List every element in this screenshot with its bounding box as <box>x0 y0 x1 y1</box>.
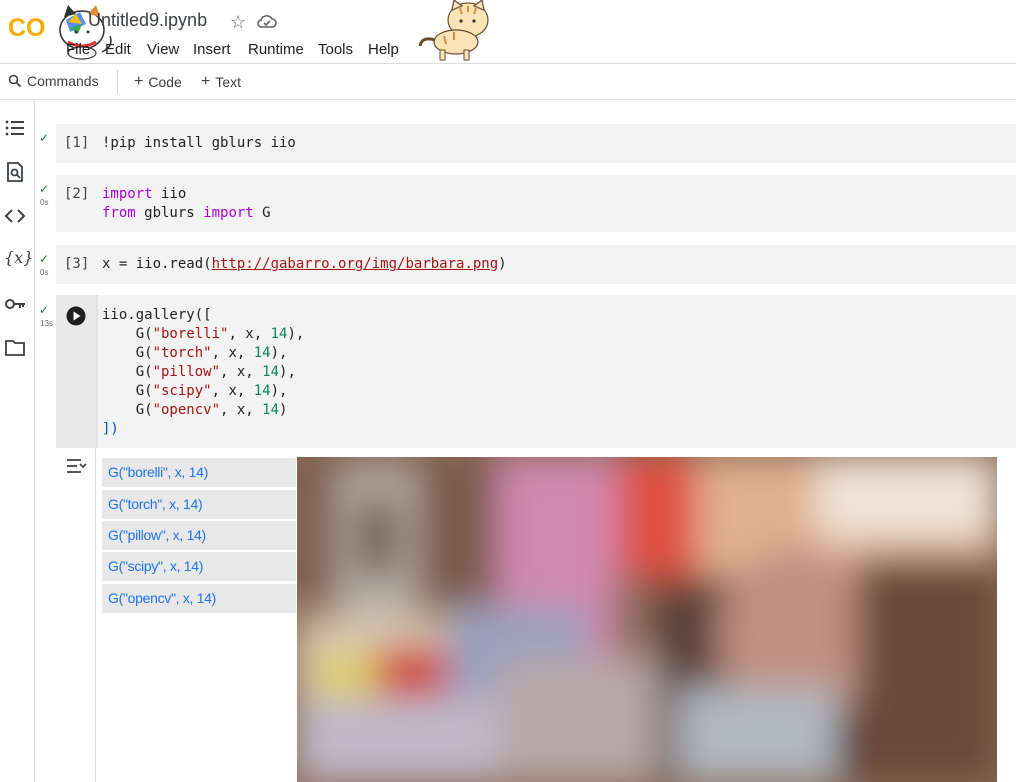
secrets-key-icon[interactable] <box>4 293 26 315</box>
variables-icon[interactable]: {x} <box>4 248 33 267</box>
menu-file[interactable]: File <box>66 41 90 58</box>
gallery-tab-torch[interactable]: G("torch", x, 14) <box>102 490 296 519</box>
gallery-tab-scipy[interactable]: G("scipy", x, 14) <box>102 552 296 581</box>
gallery-tab-borelli[interactable]: G("borelli", x, 14) <box>102 458 296 487</box>
output-gutter <box>56 448 96 782</box>
cell-code[interactable]: !pip install gblurs iio <box>102 134 296 153</box>
commands-button[interactable]: Commands <box>8 73 99 89</box>
menu-insert[interactable]: Insert <box>193 41 231 58</box>
code-snippets-icon[interactable] <box>4 205 26 227</box>
toolbar-divider <box>0 99 1016 100</box>
cell-code[interactable]: import iio from gblurs import G <box>102 185 271 223</box>
add-text-button[interactable]: + Text <box>201 73 241 91</box>
output-actions-icon[interactable] <box>65 456 87 476</box>
plus-icon: + <box>201 73 211 90</box>
gallery-blurred-image <box>297 457 997 782</box>
add-text-label: Text <box>215 74 242 90</box>
toolbar-divider <box>117 70 118 94</box>
cell-status-check-icon: ✓ <box>39 182 50 196</box>
sidebar-divider <box>34 100 35 782</box>
run-cell-button[interactable] <box>66 306 86 326</box>
search-icon <box>8 74 22 88</box>
menu-edit[interactable]: Edit <box>105 41 131 58</box>
gallery-tab-opencv[interactable]: G("opencv", x, 14) <box>102 584 296 613</box>
cell-status-check-icon: ✓ <box>39 131 50 145</box>
star-icon[interactable]: ☆ <box>230 12 246 33</box>
cell-prompt: [1] <box>64 135 90 151</box>
add-code-label: Code <box>148 74 182 90</box>
cell-code[interactable]: iio.gallery([ G("borelli", x, 14), G("to… <box>102 306 304 439</box>
svg-text:CO: CO <box>8 14 46 42</box>
plus-icon: + <box>134 73 144 90</box>
cell-code[interactable]: x = iio.read(http://gabarro.org/img/barb… <box>102 255 507 274</box>
commands-label: Commands <box>27 73 99 89</box>
menu-view[interactable]: View <box>147 41 179 58</box>
files-folder-icon[interactable] <box>4 337 26 359</box>
gallery-tab-pillow[interactable]: G("pillow", x, 14) <box>102 521 296 550</box>
find-icon[interactable] <box>4 161 26 183</box>
cell-exec-time: 0s <box>40 268 49 277</box>
notebook-title[interactable]: Untitled9.ipynb <box>88 10 207 31</box>
menu-runtime[interactable]: Runtime <box>248 41 304 58</box>
table-of-contents-icon[interactable] <box>4 117 26 139</box>
cell-exec-time: 0s <box>40 198 49 207</box>
cat-sticker-icon <box>418 0 489 61</box>
cell-prompt: [2] <box>64 186 90 202</box>
cell-status-check-icon: ✓ <box>39 303 50 317</box>
menu-help[interactable]: Help <box>368 41 399 58</box>
cell-prompt: [3] <box>64 256 90 272</box>
menu-tools[interactable]: Tools <box>318 41 353 58</box>
cell-exec-time: 13s <box>40 319 53 328</box>
cloud-saved-icon[interactable] <box>256 10 278 32</box>
header-divider <box>0 63 1016 64</box>
colab-logo[interactable]: CO <box>8 11 52 43</box>
cell-status-check-icon: ✓ <box>39 252 50 266</box>
cell-left-border <box>96 295 98 448</box>
add-code-button[interactable]: + Code <box>134 73 182 91</box>
